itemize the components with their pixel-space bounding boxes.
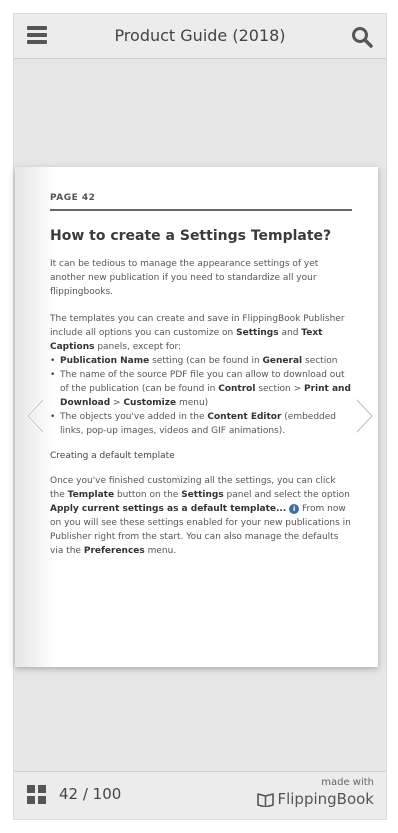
- publication-title: Product Guide (2018): [114, 26, 286, 45]
- closing-paragraph: Once you've finished customizing all the…: [50, 476, 351, 556]
- flipbook-viewer: Product Guide (2018) PAGE 42 How to crea…: [13, 13, 387, 820]
- chevron-left-icon[interactable]: [23, 397, 49, 435]
- page-number-label: PAGE 42: [50, 193, 352, 211]
- book-logo-icon: [257, 792, 275, 807]
- brand-name: FlippingBook: [277, 790, 374, 808]
- list-item: The name of the source PDF file you can …: [50, 368, 352, 410]
- info-icon: i: [289, 503, 300, 514]
- page-heading: How to create a Settings Template?: [50, 228, 332, 244]
- list-item: Publication Name setting (can be found i…: [50, 354, 352, 368]
- made-with-label: made with: [321, 777, 374, 788]
- exceptions-list: Publication Name setting (can be found i…: [50, 354, 352, 438]
- chevron-right-icon[interactable]: [351, 397, 377, 435]
- hamburger-icon[interactable]: [27, 26, 47, 46]
- top-toolbar: Product Guide (2018): [14, 14, 386, 59]
- intro-paragraph: It can be tedious to manage the appearan…: [50, 259, 319, 297]
- page-counter: 42 / 100: [59, 785, 122, 803]
- book-page[interactable]: PAGE 42 How to create a Settings Templat…: [15, 167, 378, 667]
- flippingbook-brand-link[interactable]: made with FlippingBook: [257, 777, 374, 808]
- page-content: PAGE 42 How to create a Settings Templat…: [50, 193, 352, 558]
- section-subheading: Creating a default template: [50, 451, 175, 461]
- list-item: The objects you've added in the Content …: [50, 410, 352, 438]
- bottom-toolbar: 42 / 100 made with FlippingBook: [14, 771, 386, 819]
- grid-icon[interactable]: [27, 785, 47, 805]
- search-icon[interactable]: [351, 26, 373, 48]
- templates-paragraph: The templates you can create and save in…: [50, 314, 345, 352]
